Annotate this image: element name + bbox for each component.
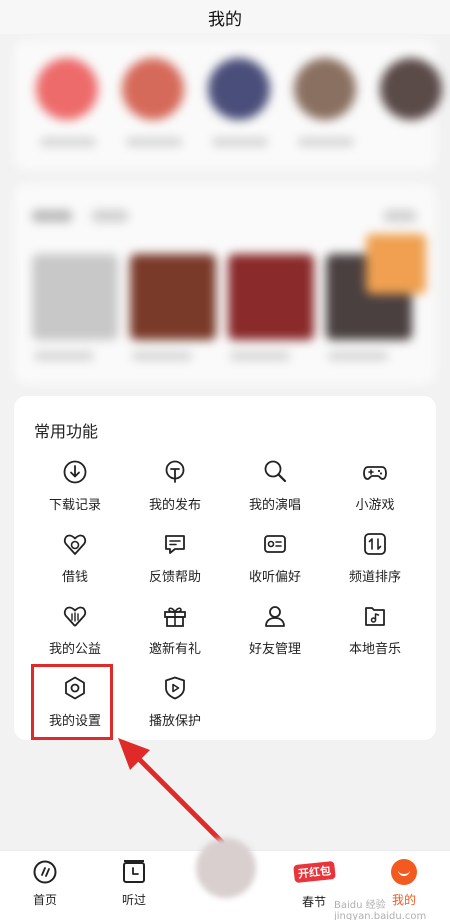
page-title: 我的 bbox=[0, 0, 450, 34]
fn-channel-sort[interactable]: 频道排序 bbox=[330, 530, 420, 594]
home-disc-icon bbox=[33, 860, 57, 884]
fn-label: 频道排序 bbox=[348, 570, 401, 585]
fn-label: 本地音乐 bbox=[348, 642, 401, 657]
blurred-content bbox=[0, 34, 450, 394]
feedback-icon bbox=[165, 535, 185, 554]
nav-history[interactable]: 听过 bbox=[104, 859, 164, 915]
gift-icon bbox=[164, 607, 186, 627]
fn-invite-gift[interactable]: 邀新有礼 bbox=[130, 602, 220, 666]
fn-label: 邀新有礼 bbox=[148, 642, 201, 657]
preference-icon bbox=[264, 535, 286, 553]
fn-label: 借钱 bbox=[61, 570, 88, 585]
fn-label: 播放保护 bbox=[148, 714, 201, 729]
fn-label: 我的发布 bbox=[148, 498, 201, 513]
now-playing-disc[interactable] bbox=[196, 838, 256, 898]
fn-listen-preference[interactable]: 收听偏好 bbox=[230, 530, 320, 594]
friend-icon bbox=[265, 606, 285, 627]
fn-local-music[interactable]: 本地音乐 bbox=[330, 602, 420, 666]
blurred-text bbox=[328, 352, 388, 360]
download-circle-icon bbox=[63, 460, 87, 484]
common-functions-panel: 常用功能 下载记录 我的发布 我的演唱 小游戏 借钱 反馈帮助 收听偏好 频道排… bbox=[14, 396, 436, 740]
blurred-avatar bbox=[380, 58, 442, 120]
blurred-text bbox=[230, 352, 290, 360]
loan-icon bbox=[63, 534, 87, 555]
fn-label: 收听偏好 bbox=[248, 570, 301, 585]
nav-label: 首页 bbox=[32, 893, 57, 907]
fn-download-records[interactable]: 下载记录 bbox=[30, 458, 120, 522]
publish-icon bbox=[165, 460, 185, 483]
blurred-thumbnail bbox=[32, 254, 118, 340]
fn-friend-manage[interactable]: 好友管理 bbox=[230, 602, 320, 666]
history-clock-icon bbox=[123, 860, 145, 883]
blurred-avatar bbox=[122, 58, 184, 120]
nav-label: 春节 bbox=[301, 895, 326, 909]
settings-hexagon-icon bbox=[65, 676, 85, 700]
nav-label: 听过 bbox=[121, 893, 146, 907]
fn-borrow-money[interactable]: 借钱 bbox=[30, 530, 120, 594]
fn-my-publish[interactable]: 我的发布 bbox=[130, 458, 220, 522]
fn-label: 我的演唱 bbox=[248, 498, 301, 513]
blurred-avatar bbox=[36, 58, 98, 120]
blurred-text bbox=[40, 138, 96, 146]
fn-label: 下载记录 bbox=[48, 498, 101, 513]
watermark: Baidu 经验 jingyan.baidu.com bbox=[334, 900, 427, 920]
blurred-avatar bbox=[294, 58, 356, 120]
blurred-text bbox=[126, 138, 182, 146]
fn-label: 反馈帮助 bbox=[148, 570, 201, 585]
play-protect-icon bbox=[165, 676, 185, 700]
blurred-text bbox=[32, 210, 72, 222]
fn-label: 我的公益 bbox=[48, 642, 101, 657]
fn-my-singing[interactable]: 我的演唱 bbox=[230, 458, 320, 522]
blurred-thumbnail bbox=[366, 234, 426, 294]
blurred-text bbox=[92, 210, 128, 222]
red-envelope-badge: 开红包 bbox=[292, 860, 336, 884]
blurred-text bbox=[132, 352, 192, 360]
microphone-icon bbox=[264, 460, 287, 483]
section-title: 常用功能 bbox=[34, 422, 99, 441]
blurred-text bbox=[34, 352, 94, 360]
fn-label: 好友管理 bbox=[248, 642, 301, 657]
nav-home[interactable]: 首页 bbox=[15, 859, 75, 915]
fn-feedback-help[interactable]: 反馈帮助 bbox=[130, 530, 220, 594]
fn-mini-games[interactable]: 小游戏 bbox=[330, 458, 420, 522]
blurred-text bbox=[384, 210, 416, 222]
fn-my-charity[interactable]: 我的公益 bbox=[30, 602, 120, 666]
blurred-thumbnail bbox=[130, 254, 216, 340]
charity-icon bbox=[63, 606, 87, 627]
page-title-text: 我的 bbox=[208, 9, 242, 30]
fn-my-settings[interactable]: 我的设置 bbox=[30, 674, 120, 738]
fn-label: 小游戏 bbox=[355, 498, 395, 513]
fn-play-protect[interactable]: 播放保护 bbox=[130, 674, 220, 738]
sort-icon bbox=[364, 533, 386, 555]
blurred-text bbox=[212, 138, 268, 146]
blurred-thumbnail bbox=[228, 254, 314, 340]
blurred-avatar bbox=[208, 58, 270, 120]
fn-label: 我的设置 bbox=[48, 714, 101, 729]
local-music-icon bbox=[365, 607, 385, 626]
gamepad-icon bbox=[363, 466, 387, 480]
blurred-text bbox=[298, 138, 354, 146]
mine-avatar-icon bbox=[391, 859, 417, 885]
